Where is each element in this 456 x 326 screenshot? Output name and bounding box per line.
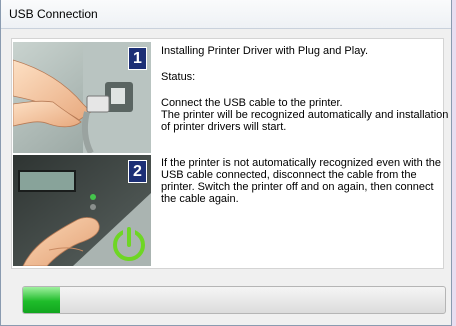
instruction-line: the cable again.	[161, 193, 239, 205]
installing-text: Installing Printer Driver with Plug and …	[161, 45, 369, 57]
step-2-badge: 2	[128, 160, 147, 183]
install-progress-bar	[22, 286, 446, 314]
step-1-badge: 1	[128, 47, 147, 70]
instructions-paragraph-1: Connect the USB cable to the printer. Th…	[161, 97, 453, 133]
instruction-line: The printer will be recognized automatic…	[161, 109, 449, 121]
power-button-illustration: 2	[13, 155, 151, 266]
instruction-line: If the printer is not automatically reco…	[161, 157, 442, 169]
instruction-line: printer. Switch the printer off and on a…	[161, 181, 434, 193]
status-label: Status:	[161, 71, 196, 83]
instructions-paragraph-2: If the printer is not automatically reco…	[161, 157, 453, 205]
usb-connection-dialog: USB Connection 1 2 Installing Printer Dr…	[0, 0, 452, 326]
instruction-line: USB cable connected, disconnect the cabl…	[161, 169, 417, 181]
title-bar[interactable]: USB Connection	[1, 0, 451, 29]
usb-cable-illustration: 1	[13, 42, 151, 153]
progress-fill	[23, 287, 60, 313]
instruction-line: Connect the USB cable to the printer.	[161, 97, 343, 109]
window-title: USB Connection	[9, 7, 98, 21]
instruction-line: of printer drivers will start.	[161, 121, 287, 133]
